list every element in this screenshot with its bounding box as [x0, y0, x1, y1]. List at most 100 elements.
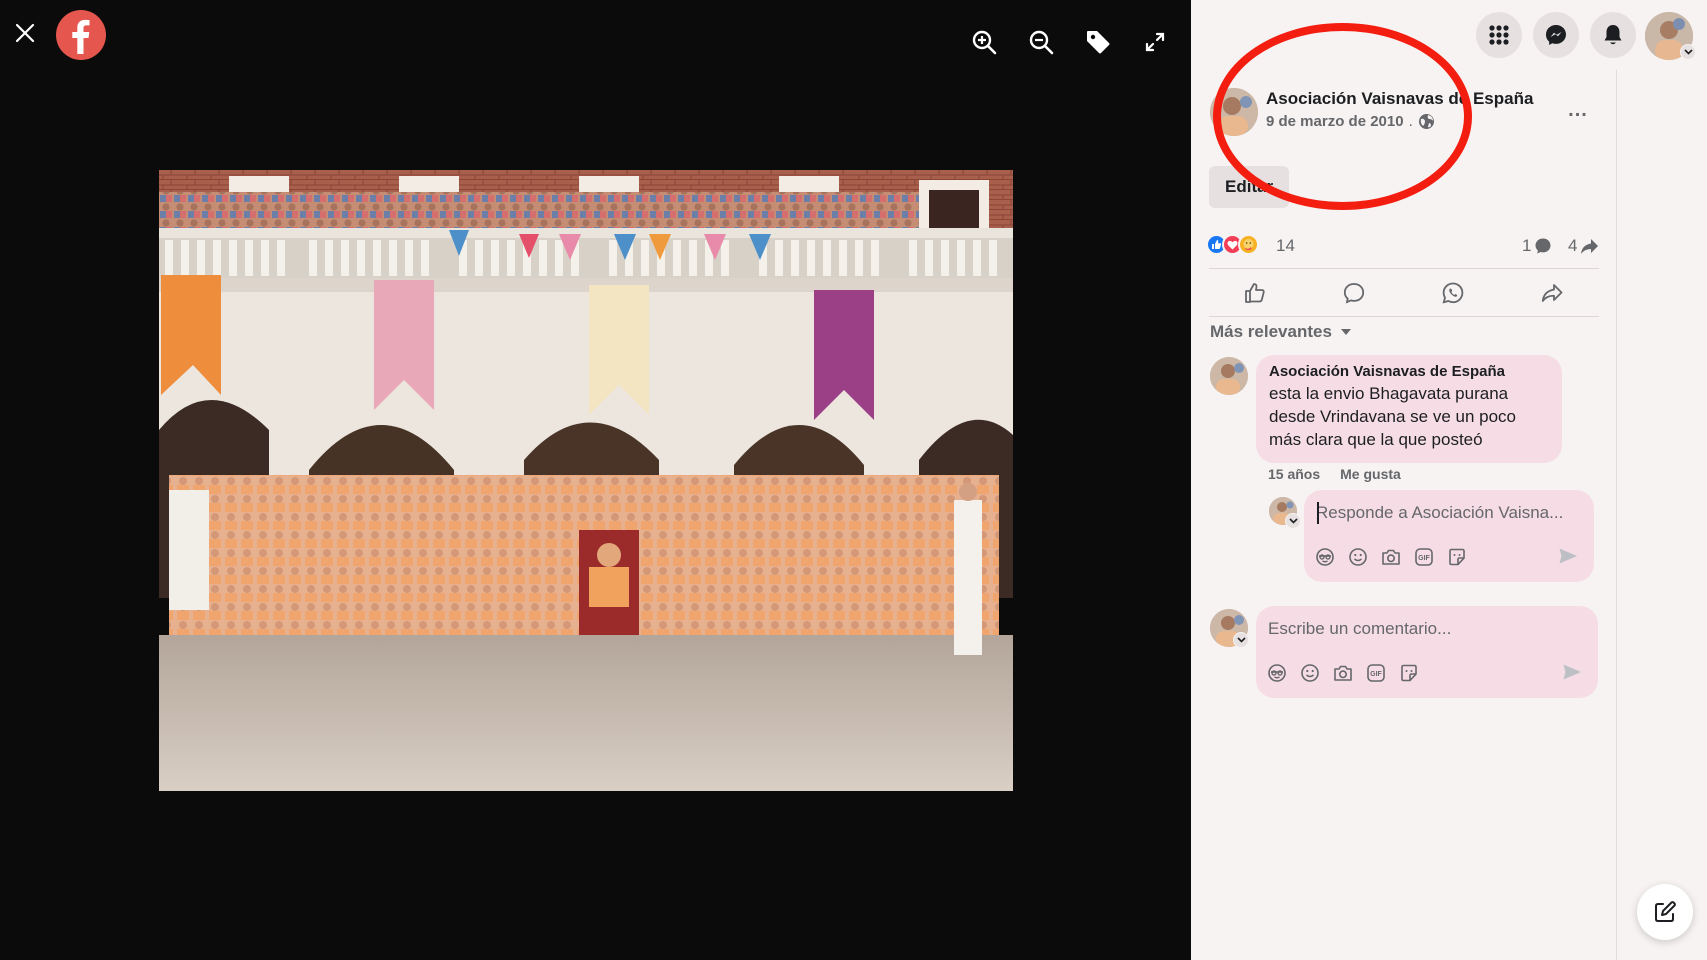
apps-grid-icon	[1489, 25, 1509, 45]
notifications-button[interactable]	[1590, 12, 1636, 58]
gif-icon: GIF	[1415, 548, 1433, 566]
facebook-logo-icon[interactable]	[56, 10, 106, 60]
sticker-button[interactable]	[1446, 546, 1468, 568]
post-author-name[interactable]: Asociación Vaisnavas de España	[1266, 89, 1533, 109]
chevron-down-icon	[1683, 49, 1693, 55]
avatar-sticker-icon	[1316, 548, 1334, 566]
fullscreen-icon	[1145, 32, 1165, 52]
svg-text:GIF: GIF	[1370, 671, 1382, 678]
photo-button[interactable]	[1332, 662, 1354, 684]
send-icon	[1563, 664, 1581, 680]
caret-down-icon	[1340, 329, 1351, 335]
comment-tools: GIF	[1266, 662, 1420, 684]
close-button[interactable]	[10, 18, 40, 48]
zoom-in-button[interactable]	[968, 26, 1000, 58]
post-meta: 9 de marzo de 2010 .	[1266, 113, 1435, 130]
post-more-options-button[interactable]: ...	[1560, 92, 1596, 128]
close-icon	[15, 23, 35, 43]
chevron-down-icon	[1288, 518, 1298, 524]
reply-tools: GIF	[1314, 546, 1468, 568]
comment-count[interactable]: 1	[1522, 236, 1552, 256]
tag-icon	[1087, 31, 1110, 54]
comment-author-avatar[interactable]	[1210, 357, 1248, 395]
comment-count-value: 1	[1522, 236, 1532, 255]
comment-text: esta la envio Bhagavata purana desde Vri…	[1269, 384, 1516, 449]
like-button[interactable]	[1233, 276, 1277, 310]
comment-composer: GIF	[1256, 606, 1598, 698]
fullscreen-button[interactable]	[1139, 26, 1171, 58]
more-dots-icon: ...	[1568, 99, 1588, 121]
share-icon	[1541, 284, 1563, 302]
comment-icon	[1343, 283, 1365, 304]
send-comment-button[interactable]	[1560, 660, 1584, 684]
post-author-avatar[interactable]	[1210, 88, 1258, 136]
like-icon	[1245, 283, 1265, 303]
panel-scrollbar[interactable]	[1616, 70, 1617, 960]
avatar-sticker-button[interactable]	[1314, 546, 1336, 568]
comment-bubble-icon	[1535, 238, 1551, 254]
emoji-icon	[1301, 664, 1319, 682]
send-reply-button[interactable]	[1556, 544, 1580, 568]
edit-button[interactable]: Editar	[1209, 166, 1289, 208]
user-avatar-chevron[interactable]	[1233, 632, 1249, 648]
messenger-icon	[1546, 25, 1566, 45]
reply-input[interactable]	[1316, 498, 1582, 528]
camera-icon	[1382, 549, 1400, 565]
reactions-summary: 14 1 4	[1206, 234, 1602, 258]
photo-button[interactable]	[1380, 546, 1402, 568]
apps-menu-button[interactable]	[1476, 12, 1522, 58]
reaction-icons[interactable]	[1206, 234, 1259, 255]
new-comment-input[interactable]	[1268, 614, 1578, 644]
emoji-icon	[1349, 548, 1367, 566]
share-arrow-icon	[1581, 238, 1599, 254]
avatar-sticker-icon	[1268, 664, 1286, 682]
comment-author-name[interactable]: Asociación Vaisnavas de España	[1269, 363, 1549, 380]
sticker-button[interactable]	[1398, 662, 1420, 684]
new-message-button[interactable]	[1637, 884, 1693, 940]
zoom-out-button[interactable]	[1025, 26, 1057, 58]
text-caret	[1317, 502, 1319, 524]
share-count[interactable]: 4	[1568, 236, 1599, 256]
globe-icon	[1418, 114, 1434, 129]
whatsapp-icon	[1442, 282, 1464, 304]
reply-composer: GIF	[1304, 490, 1594, 582]
reply-avatar-chevron[interactable]	[1285, 513, 1301, 529]
sort-label: Más relevantes	[1210, 322, 1332, 341]
camera-icon	[1334, 665, 1352, 681]
share-count-value: 4	[1568, 236, 1578, 255]
gif-icon: GIF	[1367, 664, 1385, 682]
bell-icon	[1604, 25, 1622, 45]
comment-sort-dropdown[interactable]: Más relevantes	[1210, 322, 1352, 342]
gif-button[interactable]: GIF	[1413, 546, 1435, 568]
reaction-count[interactable]: 14	[1276, 236, 1295, 256]
comment-like-button[interactable]: Me gusta	[1340, 466, 1401, 482]
tag-button[interactable]	[1082, 26, 1114, 58]
photo-viewer	[0, 0, 1191, 960]
divider	[1209, 268, 1599, 269]
comment-meta: 15 años Me gusta	[1268, 466, 1401, 482]
comment-timestamp[interactable]: 15 años	[1268, 466, 1320, 482]
share-button[interactable]	[1530, 276, 1574, 310]
svg-text:GIF: GIF	[1418, 555, 1430, 562]
avatar-sticker-button[interactable]	[1266, 662, 1288, 684]
post-date[interactable]: 9 de marzo de 2010	[1266, 113, 1404, 130]
compose-icon	[1655, 901, 1676, 922]
send-icon	[1559, 548, 1577, 564]
gif-button[interactable]: GIF	[1365, 662, 1387, 684]
comment-bubble: Asociación Vaisnavas de España esta la e…	[1256, 355, 1562, 463]
whatsapp-send-button[interactable]	[1431, 276, 1475, 310]
care-reaction-icon	[1238, 234, 1259, 255]
date-separator: .	[1408, 113, 1413, 130]
post-photo[interactable]	[159, 170, 1013, 791]
profile-chevron[interactable]	[1680, 44, 1696, 60]
divider	[1209, 316, 1599, 317]
zoom-in-icon	[972, 30, 997, 55]
sticker-icon	[1449, 548, 1465, 566]
emoji-button[interactable]	[1347, 546, 1369, 568]
zoom-out-icon	[1029, 30, 1054, 55]
comment-button[interactable]	[1332, 276, 1376, 310]
messenger-button[interactable]	[1533, 12, 1579, 58]
chevron-down-icon	[1236, 637, 1246, 643]
group-photo-image	[159, 170, 1013, 791]
emoji-button[interactable]	[1299, 662, 1321, 684]
